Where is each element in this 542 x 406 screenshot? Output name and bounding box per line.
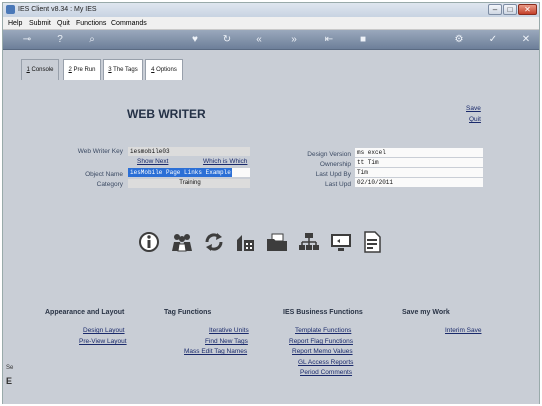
menu-bar: Help Submit Quit Functions Commands — [3, 17, 539, 30]
close-icon[interactable]: ✕ — [520, 34, 532, 46]
refresh-icon[interactable]: ↻ — [221, 34, 233, 46]
rewind-icon[interactable]: « — [253, 34, 265, 46]
object-name-selection: iesMobile Page Links Example — [128, 168, 232, 177]
which-is-which-link[interactable]: Which is Which — [203, 158, 247, 165]
save-section-title: Save my Work — [402, 309, 450, 316]
menu-quit[interactable]: Quit — [57, 20, 70, 27]
fast-forward-icon[interactable]: » — [288, 34, 300, 46]
save-link[interactable]: Save — [466, 105, 481, 112]
side-fragment-2: E — [6, 376, 13, 386]
minimize-button[interactable]: – — [488, 4, 502, 15]
report-memo-values-link[interactable]: Report Memo Values — [292, 348, 353, 355]
stop-icon[interactable]: ■ — [357, 34, 369, 46]
users-icon[interactable] — [171, 231, 193, 253]
object-name-label: Object Name — [85, 171, 123, 178]
design-layout-link[interactable]: Design Layout — [83, 327, 125, 334]
business-functions-section-title: IES Business Functions — [283, 309, 363, 316]
ownership-label: Ownership — [319, 161, 351, 168]
title-bar: IES Client v8.34 : My IES – □ ✕ — [3, 3, 539, 17]
search-icon[interactable]: ⌕ — [86, 34, 98, 46]
category-field[interactable]: Training — [128, 179, 250, 188]
template-functions-link[interactable]: Template Functions — [295, 327, 351, 334]
appearance-section-title: Appearance and Layout — [45, 309, 125, 316]
app-icon — [6, 5, 15, 14]
mass-edit-tag-names-link[interactable]: Mass Edit Tag Names — [184, 348, 247, 355]
heart-icon[interactable]: ♥ — [189, 34, 201, 46]
maximize-button[interactable]: □ — [503, 4, 517, 15]
show-next-link[interactable]: Show Next — [137, 158, 168, 165]
folder-icon[interactable] — [266, 231, 288, 253]
cycle-icon[interactable] — [203, 231, 225, 253]
first-icon[interactable]: ⇤ — [323, 34, 335, 46]
document-icon[interactable] — [361, 231, 383, 253]
tab-options[interactable]: 4 Options — [145, 59, 183, 80]
tab-pre-run[interactable]: 2 Pre Run — [63, 59, 101, 80]
check-icon[interactable]: ✓ — [487, 34, 499, 46]
period-comments-link[interactable]: Period Comments — [300, 369, 352, 376]
last-upd-by-label: Last Upd By — [315, 171, 351, 178]
last-upd-field[interactable]: 02/10/2011 — [355, 178, 483, 187]
preview-layout-link[interactable]: Pre-View Layout — [79, 338, 127, 345]
object-name-field[interactable]: iesMobile Page Links Example — [128, 168, 250, 177]
menu-commands[interactable]: Commands — [111, 20, 147, 27]
tab-bar: 1 Console 2 Pre Run 3 The Tags 4 Options — [3, 50, 539, 84]
report-flag-functions-link[interactable]: Report Flag Functions — [289, 338, 353, 345]
toolbar: ⊸ ? ⌕ ♥ ↻ « » ⇤ ■ ⚙ ✓ ✕ — [3, 30, 539, 50]
gl-access-reports-link[interactable]: GL Access Reports — [298, 359, 353, 366]
design-version-field[interactable]: ms excel — [355, 148, 483, 157]
design-version-label: Design Version — [307, 151, 351, 158]
app-window: IES Client v8.34 : My IES – □ ✕ Help Sub… — [2, 2, 540, 404]
category-label: Category — [96, 181, 123, 188]
build-icon[interactable] — [234, 231, 256, 253]
hierarchy-icon[interactable] — [298, 231, 320, 253]
last-upd-label: Last Upd — [324, 181, 351, 188]
web-writer-key-label: Web Writer Key — [77, 148, 123, 155]
tab-console[interactable]: 1 Console — [21, 59, 59, 80]
find-new-tags-link[interactable]: Find New Tags — [205, 338, 248, 345]
key-icon[interactable]: ⊸ — [17, 34, 37, 46]
help-icon[interactable]: ? — [54, 34, 66, 46]
menu-help[interactable]: Help — [8, 20, 22, 27]
page-title: WEB WRITER — [127, 107, 206, 121]
settings-icon[interactable]: ⚙ — [453, 34, 465, 46]
close-window-button[interactable]: ✕ — [518, 4, 537, 15]
info-icon[interactable] — [138, 231, 160, 253]
last-upd-by-field[interactable]: Tim — [355, 168, 483, 177]
web-writer-key-field[interactable]: iesmobile03 — [128, 147, 250, 156]
iterative-units-link[interactable]: Iterative Units — [209, 327, 249, 334]
quit-link[interactable]: Quit — [469, 116, 481, 123]
side-fragment-1: Se — [6, 365, 14, 371]
ownership-field[interactable]: tt Tim — [355, 158, 483, 167]
menu-submit[interactable]: Submit — [29, 20, 51, 27]
tag-functions-section-title: Tag Functions — [164, 309, 212, 316]
interim-save-link[interactable]: Interim Save — [445, 327, 482, 334]
window-title: IES Client v8.34 : My IES — [18, 6, 97, 13]
tab-the-tags[interactable]: 3 The Tags — [103, 59, 143, 80]
screen-icon[interactable] — [330, 231, 352, 253]
menu-functions[interactable]: Functions — [76, 20, 106, 27]
